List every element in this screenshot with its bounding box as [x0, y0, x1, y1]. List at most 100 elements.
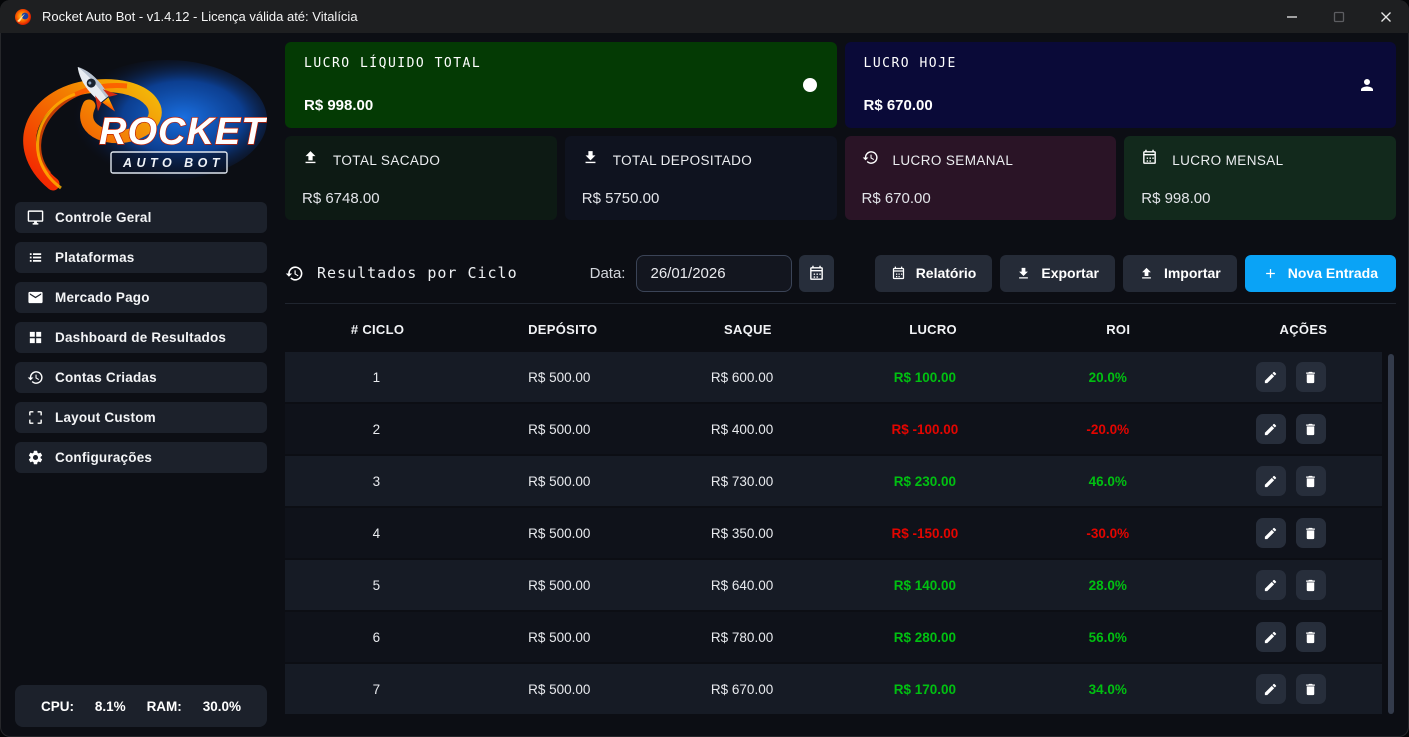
minimize-icon[interactable] [1268, 0, 1315, 33]
table-row: 7 R$ 500.00 R$ 670.00 R$ 170.00 34.0% [285, 664, 1382, 714]
exportar-button[interactable]: Exportar [1000, 255, 1115, 292]
delete-row-button[interactable] [1296, 362, 1326, 392]
trash-icon [1303, 474, 1318, 489]
cell-saque: R$ 670.00 [651, 682, 834, 697]
card-label: LUCRO SEMANAL [893, 153, 1014, 168]
edit-row-button[interactable] [1256, 674, 1286, 704]
card-label: TOTAL SACADO [333, 153, 440, 168]
table-row: 4 R$ 500.00 R$ 350.00 R$ -150.00 -30.0% [285, 508, 1382, 558]
trash-icon [1303, 422, 1318, 437]
pencil-icon [1263, 474, 1278, 489]
app-logo: ROCKET AUTO BOT [15, 42, 267, 192]
table-row: 2 R$ 500.00 R$ 400.00 R$ -100.00 -20.0% [285, 404, 1382, 454]
cell-acoes [1199, 622, 1382, 652]
edit-row-button[interactable] [1256, 570, 1286, 600]
delete-row-button[interactable] [1296, 570, 1326, 600]
sidebar-item-controle-geral[interactable]: Controle Geral [15, 202, 267, 233]
delete-row-button[interactable] [1296, 622, 1326, 652]
sidebar-item-layout-custom[interactable]: Layout Custom [15, 402, 267, 433]
card-lucro-liquido-total: LUCRO LÍQUIDO TOTAL R$ 998.00 [285, 42, 837, 128]
trash-icon [1303, 578, 1318, 593]
delete-row-button[interactable] [1296, 466, 1326, 496]
edit-row-button[interactable] [1256, 518, 1286, 548]
history-icon [27, 369, 44, 386]
date-input[interactable] [636, 255, 792, 292]
trash-icon [1303, 630, 1318, 645]
table-scrollbar[interactable] [1388, 354, 1394, 714]
cell-deposito: R$ 500.00 [468, 422, 651, 437]
delete-row-button[interactable] [1296, 674, 1326, 704]
sidebar-item-plataformas[interactable]: Plataformas [15, 242, 267, 273]
ram-value: 30.0% [203, 699, 241, 714]
cell-deposito: R$ 500.00 [468, 526, 651, 541]
cell-roi: 46.0% [1016, 474, 1199, 489]
table-row: 5 R$ 500.00 R$ 640.00 R$ 140.00 28.0% [285, 560, 1382, 610]
gear-icon [27, 449, 44, 466]
delete-row-button[interactable] [1296, 414, 1326, 444]
cell-ciclo: 1 [285, 370, 468, 385]
card-value: R$ 998.00 [304, 97, 818, 114]
edit-row-button[interactable] [1256, 414, 1286, 444]
cell-acoes [1199, 466, 1382, 496]
date-label: Data: [590, 265, 626, 282]
table-row: 6 R$ 500.00 R$ 780.00 R$ 280.00 56.0% [285, 612, 1382, 662]
table-body-wrap: 1 R$ 500.00 R$ 600.00 R$ 100.00 20.0% 2 … [285, 352, 1396, 727]
cell-acoes [1199, 518, 1382, 548]
calendar-icon [808, 265, 825, 282]
pencil-icon [1263, 578, 1278, 593]
nova-entrada-button[interactable]: Nova Entrada [1245, 255, 1396, 292]
cell-deposito: R$ 500.00 [468, 578, 651, 593]
results-toolbar: Relatório Exportar Importar Nova Entrada [875, 255, 1396, 292]
history-icon [862, 149, 879, 171]
cell-saque: R$ 350.00 [651, 526, 834, 541]
cell-lucro: R$ 230.00 [833, 474, 1016, 489]
edit-row-button[interactable] [1256, 362, 1286, 392]
col-saque: SAQUE [655, 322, 840, 337]
results-section: Resultados por Ciclo Data: Relatório Exp… [285, 253, 1396, 727]
sidebar-item-contas-criadas[interactable]: Contas Criadas [15, 362, 267, 393]
cell-deposito: R$ 500.00 [468, 370, 651, 385]
monitor-icon [27, 209, 44, 226]
system-stats-card: CPU: 8.1% RAM: 30.0% [15, 685, 267, 727]
cell-lucro: R$ -150.00 [833, 526, 1016, 541]
col-roi: ROI [1026, 322, 1211, 337]
card-value: R$ 6748.00 [302, 190, 540, 207]
date-picker-button[interactable] [799, 255, 834, 292]
ram-label: RAM: [147, 699, 182, 714]
cell-lucro: R$ 140.00 [833, 578, 1016, 593]
cell-roi: -30.0% [1016, 526, 1199, 541]
card-lucro-semanal: LUCRO SEMANAL R$ 670.00 [845, 136, 1117, 220]
delete-row-button[interactable] [1296, 518, 1326, 548]
cell-ciclo: 6 [285, 630, 468, 645]
edit-row-button[interactable] [1256, 466, 1286, 496]
sidebar: ROCKET AUTO BOT Controle Geral Plataform… [15, 42, 267, 727]
window-controls [1268, 0, 1409, 33]
sidebar-item-dashboard-de-resultados[interactable]: Dashboard de Resultados [15, 322, 267, 353]
pencil-icon [1263, 422, 1278, 437]
close-icon[interactable] [1362, 0, 1409, 33]
cell-saque: R$ 780.00 [651, 630, 834, 645]
calendar-icon [1141, 149, 1158, 171]
sidebar-item-configuracoes[interactable]: Configurações [15, 442, 267, 473]
grid-icon [27, 329, 44, 346]
upload-icon [1139, 266, 1154, 281]
col-ciclo: # CICLO [285, 322, 470, 337]
cell-roi: 56.0% [1016, 630, 1199, 645]
card-label: TOTAL DEPOSITADO [613, 153, 752, 168]
importar-button[interactable]: Importar [1123, 255, 1237, 292]
cell-saque: R$ 730.00 [651, 474, 834, 489]
sidebar-item-mercado-pago[interactable]: Mercado Pago [15, 282, 267, 313]
cell-ciclo: 7 [285, 682, 468, 697]
card-label: LUCRO LÍQUIDO TOTAL [304, 56, 818, 71]
edit-row-button[interactable] [1256, 622, 1286, 652]
history-icon [285, 264, 304, 283]
window-title: Rocket Auto Bot - v1.4.12 - Licença váli… [42, 9, 358, 24]
cell-lucro: R$ 280.00 [833, 630, 1016, 645]
maximize-icon[interactable] [1315, 0, 1362, 33]
layout-icon [27, 409, 44, 426]
cell-acoes [1199, 570, 1382, 600]
relatorio-button[interactable]: Relatório [875, 255, 993, 292]
sidebar-nav: Controle Geral Plataformas Mercado Pago … [15, 202, 267, 482]
cell-roi: 28.0% [1016, 578, 1199, 593]
trash-icon [1303, 370, 1318, 385]
